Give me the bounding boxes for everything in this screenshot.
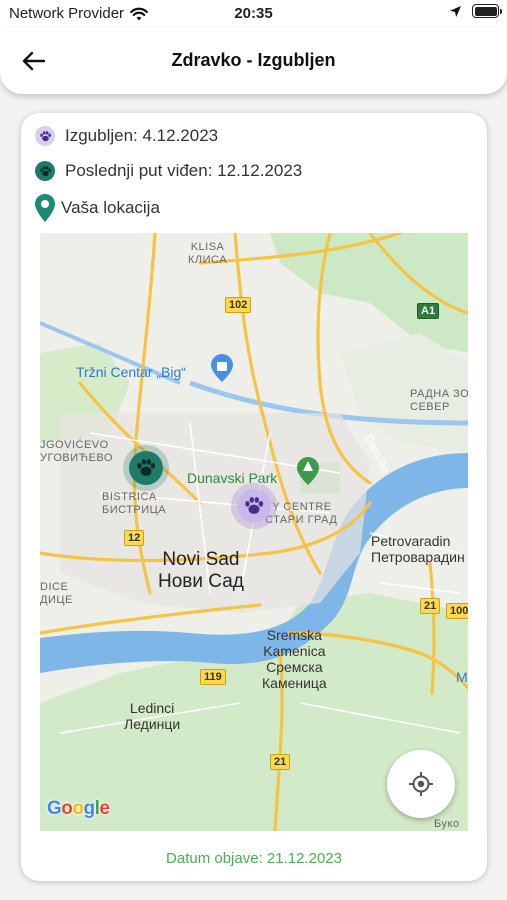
last-seen-marker[interactable] — [123, 445, 169, 491]
map-label-buko: Буко — [434, 818, 460, 830]
park-pin-icon — [297, 457, 319, 485]
map-base — [40, 233, 468, 831]
location-pin-icon — [35, 194, 55, 222]
map-view[interactable]: KLISA КЛИСА Tržni Centar „Big“ РАДНА ЗО … — [40, 233, 468, 831]
road-shield-21-south: 21 — [270, 754, 291, 770]
legend-last-seen: Poslednji put viđen: 12.12.2023 — [35, 161, 302, 181]
map-label-bistrica: BISTRICA БИСТРИЦА — [102, 491, 167, 516]
location-arrow-icon — [450, 5, 461, 17]
crosshair-icon — [409, 772, 433, 796]
legend-your-location-label: Vaša lokacija — [61, 198, 160, 217]
legend-last-seen-label: Poslednji put viđen: 12.12.2023 — [65, 161, 303, 180]
map-label-ledinci: Ledinci Лединци — [124, 700, 181, 733]
lost-marker[interactable] — [231, 483, 277, 529]
paw-seen-icon — [35, 161, 55, 181]
status-bar: Network Provider 20:35 — [0, 0, 507, 28]
paw-lost-icon — [35, 126, 55, 146]
legend-your-location: Vaša lokacija — [35, 194, 160, 222]
status-right — [449, 4, 502, 18]
paw-icon — [137, 459, 156, 476]
map-label-dunavski-park: Dunavski Park — [187, 470, 278, 486]
publish-date: Datum objave: 21.12.2023 — [166, 850, 342, 867]
pet-status-card: Izgubljen: 4.12.2023 Poslednji put viđen… — [21, 113, 487, 881]
road-shield-102: 102 — [225, 297, 252, 313]
clock: 20:35 — [234, 5, 273, 22]
map-label-novi-sad: Novi Sad Нови Сад — [158, 549, 244, 592]
legend-lost: Izgubljen: 4.12.2023 — [35, 126, 218, 146]
page-title: Zdravko - Izgubljen — [171, 50, 336, 70]
road-shield-21-north: 21 — [420, 598, 441, 614]
map-label-m: M — [456, 669, 468, 685]
shopping-pin-icon — [211, 354, 233, 382]
map-label-sremska-kamenica: Sremska Kamenica Сремска Каменица — [262, 627, 327, 692]
battery-icon — [472, 4, 502, 18]
map-label-radna-zona: РАДНА ЗО СЕВЕР — [410, 388, 468, 413]
google-logo: Google — [47, 798, 110, 819]
map-label-trzni-centar: Tržni Centar „Big“ — [76, 364, 186, 380]
road-shield-12: 12 — [124, 530, 145, 546]
map-label-dice: DICE ДИЦЕ — [40, 581, 73, 606]
road-shield-119: 119 — [200, 669, 226, 685]
my-location-button[interactable] — [387, 750, 455, 818]
map-label-petrovaradin: Petrovaradin Петроварадин — [371, 533, 465, 566]
last-seen-marker-dot — [129, 451, 163, 485]
road-shield-100: 100 — [446, 603, 468, 619]
road-shield-a1: A1 — [417, 303, 440, 319]
app-bar: Zdravko - Izgubljen — [0, 28, 507, 94]
map-label-klisa: KLISA КЛИСА — [188, 241, 228, 266]
paw-icon — [245, 497, 264, 514]
map-label-jugovicevo: JGOVIĆEVO УГОВИЋЕВО — [40, 439, 113, 464]
lost-marker-dot — [237, 489, 271, 523]
legend-lost-label: Izgubljen: 4.12.2023 — [65, 126, 219, 145]
